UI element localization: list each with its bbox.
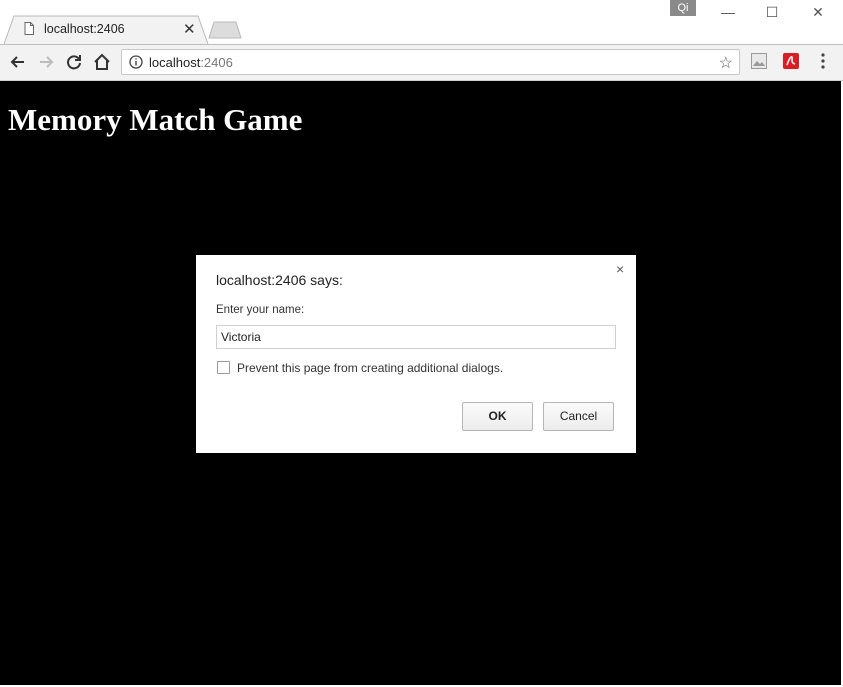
reload-icon[interactable]: [63, 51, 85, 73]
address-text: localhost:2406: [149, 55, 233, 70]
ok-button[interactable]: OK: [462, 402, 533, 431]
back-arrow-icon[interactable]: [7, 51, 29, 73]
page-icon: [24, 22, 34, 35]
maximize-button[interactable]: ☐: [760, 4, 784, 21]
prevent-dialogs-checkbox[interactable]: [217, 361, 230, 374]
prevent-dialogs-label[interactable]: Prevent this page from creating addition…: [237, 361, 503, 375]
star-icon[interactable]: ☆: [719, 53, 733, 73]
prompt-label: Enter your name:: [216, 304, 305, 316]
close-icon[interactable]: ×: [616, 261, 624, 277]
image-extension-icon[interactable]: [751, 53, 767, 69]
minimize-button[interactable]: —: [716, 4, 740, 20]
info-icon[interactable]: [129, 55, 143, 69]
dialog-title: localhost:2406 says:: [216, 272, 343, 288]
close-window-button[interactable]: ✕: [806, 4, 830, 21]
menu-dots-icon[interactable]: [816, 52, 830, 70]
tab-close-icon[interactable]: ✕: [183, 20, 196, 38]
home-icon[interactable]: [91, 51, 113, 73]
forward-arrow-icon[interactable]: [35, 51, 57, 73]
cancel-button[interactable]: Cancel: [543, 402, 614, 431]
prompt-dialog: localhost:2406 says: × Enter your name: …: [196, 255, 636, 453]
name-input[interactable]: [216, 325, 616, 349]
acrobat-extension-icon[interactable]: [783, 53, 799, 69]
extension-badge[interactable]: Qi: [670, 0, 696, 16]
page-title: Memory Match Game: [8, 102, 303, 137]
tab-title: localhost:2406: [44, 22, 125, 36]
address-bar[interactable]: localhost:2406 ☆: [121, 49, 740, 75]
new-tab-button[interactable]: [208, 21, 242, 39]
